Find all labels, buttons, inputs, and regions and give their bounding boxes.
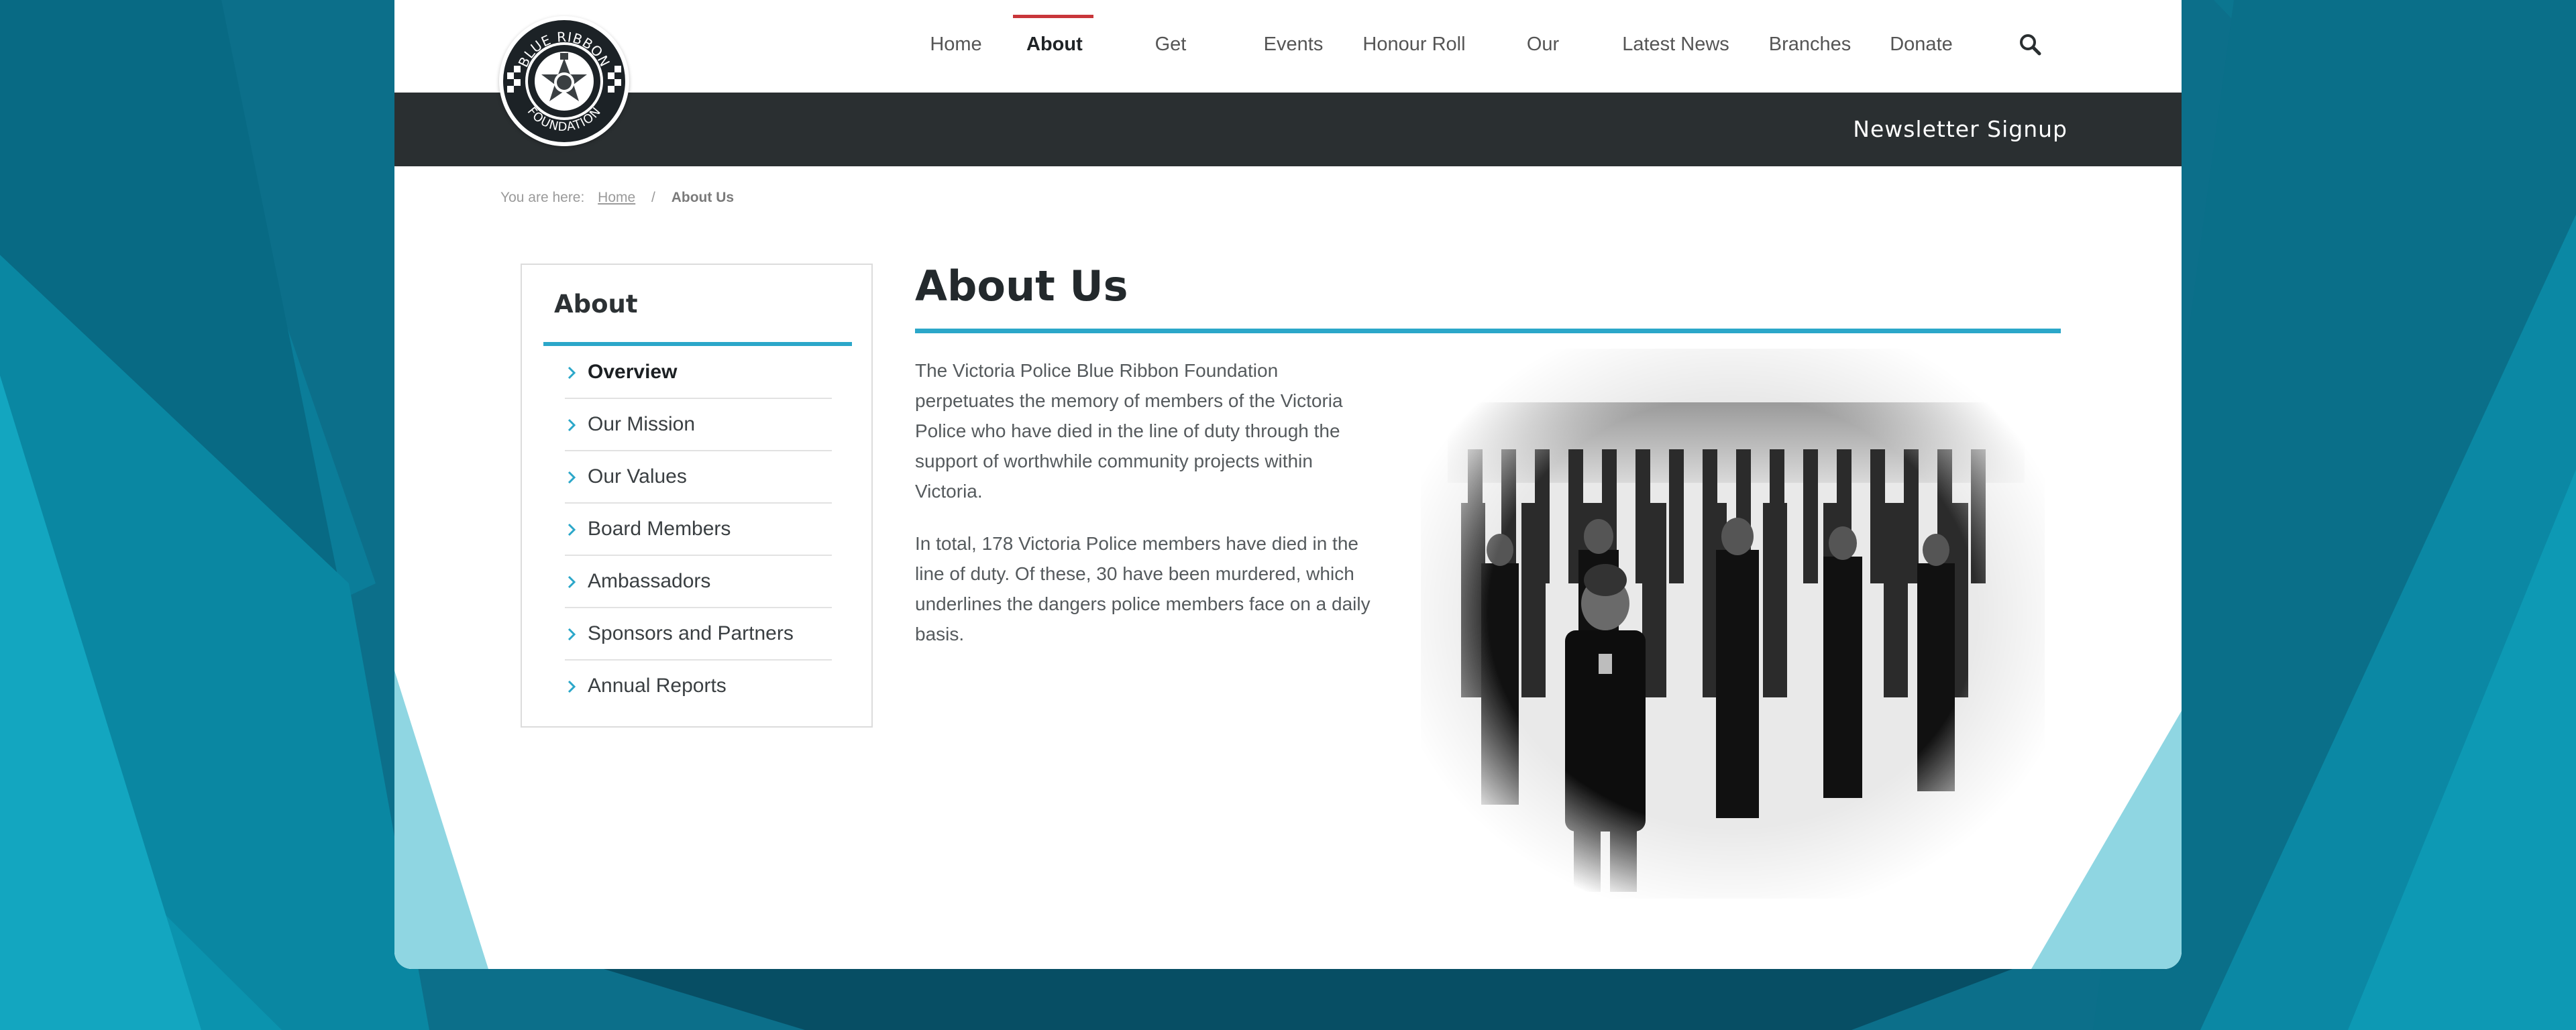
police-parade-photo <box>1421 349 2045 899</box>
blue-ribbon-logo-icon: BLUE RIBBON FOUNDATION <box>500 17 628 145</box>
page-card: Home About Get Involved Events Honour Ro… <box>394 0 2182 969</box>
chevron-right-icon <box>568 523 576 536</box>
sidebar-item-our-values[interactable]: Our Values <box>565 451 832 504</box>
nav-item-home[interactable]: Home <box>929 0 983 89</box>
sidebar-item-overview[interactable]: Overview <box>565 347 832 399</box>
top-header: Home About Get Involved Events Honour Ro… <box>394 0 2182 144</box>
nav-item-events[interactable]: Events <box>1263 0 1324 89</box>
search-icon[interactable] <box>2018 32 2042 56</box>
sidebar-item-sponsors-and-partners[interactable]: Sponsors and Partners <box>565 608 832 661</box>
intro-paragraph: The Victoria Police Blue Ribbon Foundati… <box>915 360 1343 502</box>
sidebar-list: Overview Our Mission Our Values Board Me… <box>565 347 832 711</box>
nav-item-about[interactable]: About <box>1013 0 1093 89</box>
breadcrumb-prefix: You are here: <box>500 190 585 205</box>
sidebar-item-label: Annual Reports <box>588 675 727 697</box>
nav-item-donate[interactable]: Donate <box>1889 0 1953 89</box>
chevron-right-icon <box>568 471 576 484</box>
chevron-right-icon <box>568 628 576 641</box>
sidebar-item-label: Ambassadors <box>588 570 711 592</box>
breadcrumb-current: About Us <box>671 190 735 205</box>
nav-item-honour-roll[interactable]: Honour Roll <box>1362 0 1466 89</box>
main-navigation: Home About Get Involved Events Honour Ro… <box>394 0 2182 144</box>
sidebar-item-label: Board Members <box>588 518 731 540</box>
sidebar-accent-rule <box>543 342 852 346</box>
sidebar-title: About <box>554 290 638 319</box>
sidebar-about-menu: About Overview Our Mission Our Values Bo… <box>521 264 873 728</box>
breadcrumb-separator: / <box>651 190 655 205</box>
sidebar-item-our-mission[interactable]: Our Mission <box>565 399 832 451</box>
sidebar-item-board-members[interactable]: Board Members <box>565 504 832 556</box>
nav-item-latest-news[interactable]: Latest News <box>1621 0 1730 89</box>
nav-item-get-involved[interactable]: Get Involved <box>1118 0 1224 144</box>
sidebar-item-annual-reports[interactable]: Annual Reports <box>565 661 832 711</box>
sidebar-item-label: Our Mission <box>588 413 696 435</box>
chevron-right-icon <box>568 418 576 432</box>
chevron-right-icon <box>568 680 576 693</box>
chevron-right-icon <box>568 575 576 589</box>
nav-item-our-work[interactable]: Our Work <box>1503 0 1583 144</box>
newsletter-signup-link[interactable]: Newsletter Signup <box>1853 93 2068 166</box>
breadcrumb: You are here: Home / About Us <box>500 190 734 206</box>
sidebar-item-ambassadors[interactable]: Ambassadors <box>565 556 832 608</box>
site-logo[interactable]: BLUE RIBBON FOUNDATION <box>499 16 629 146</box>
nav-item-branches[interactable]: Branches <box>1768 0 1851 89</box>
sidebar-item-label: Overview <box>588 361 678 383</box>
title-accent-rule <box>915 329 2061 333</box>
breadcrumb-home-link[interactable]: Home <box>598 190 635 205</box>
sidebar-item-label: Our Values <box>588 465 687 488</box>
sidebar-item-label: Sponsors and Partners <box>588 622 794 644</box>
chevron-right-icon <box>568 366 576 380</box>
page-title: About Us <box>915 262 1128 310</box>
statistics-paragraph: In total, 178 Victoria Police members ha… <box>915 533 1371 644</box>
secondary-navbar: Newsletter Signup <box>394 93 2182 166</box>
